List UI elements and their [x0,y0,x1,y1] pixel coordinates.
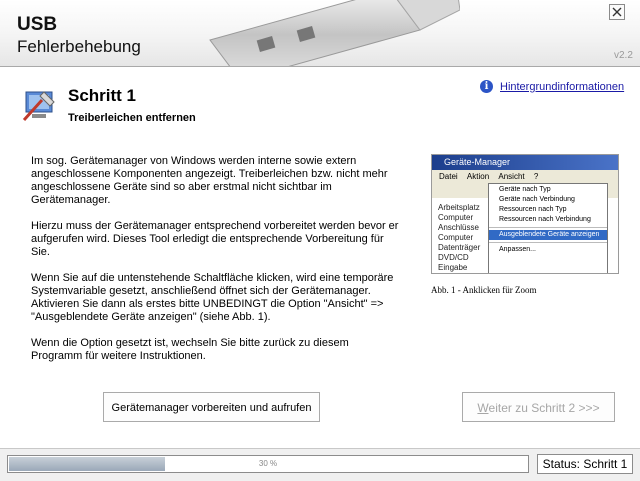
thumbnail-dropdown-item: Ressourcen nach Typ [499,206,567,213]
thumbnail-dropdown-separator [489,242,607,243]
thumbnail-tree-item: Datenträger [438,243,481,252]
thumbnail-menu-item: Ansicht [498,172,525,181]
header-banner: USB Fehlerbehebung v2.2 [0,0,640,67]
progress-bar: 30 % [7,455,529,473]
instructions-text: Im sog. Gerätemanager von Windows werden… [31,155,403,376]
device-manager-thumbnail[interactable]: Geräte-Manager Datei Aktion Ansicht ? Ar… [431,154,619,274]
thumbnail-dropdown-item: Ressourcen nach Verbindung [499,216,591,223]
thumbnail-window-title: Geräte-Manager [432,155,618,170]
thumbnail-tree-item: Computer [438,213,474,222]
paragraph: Im sog. Gerätemanager von Windows werden… [31,155,388,206]
thumbnail-dropdown-item: Geräte nach Typ [499,186,551,193]
status-field: Status: Schritt 1 [537,454,633,474]
progress-text: 30 % [258,459,278,468]
app-title: USB [17,14,58,35]
thumbnail-menu-item: Aktion [466,172,490,181]
thumbnail-dropdown-item-highlighted: Ausgeblendete Geräte anzeigen [489,230,607,240]
thumbnail-tree-item: DVD/CD [438,253,469,262]
paragraph: Wenn die Option gesetzt ist, wechseln Si… [31,337,349,362]
paragraph: Wenn Sie auf die untenstehende Schaltflä… [31,272,394,323]
thumbnail-device-tree: Arbeitsplatz Computer Anschlüsse Compute… [438,203,480,273]
repair-tools-icon [22,91,55,122]
paragraph: Hierzu muss der Gerätemanager entspreche… [31,220,399,258]
thumbnail-tree-item: Arbeitsplatz [438,203,480,212]
thumbnail-dropdown-item: Geräte nach Verbindung [499,196,575,203]
thumbnail-menu-item: Datei [439,172,458,181]
thumbnail-dropdown-separator [489,227,607,228]
thumbnail-tree-item: Computer [438,233,474,242]
thumbnail-menu-item: ? [533,172,539,181]
thumbnail-view-dropdown: Geräte nach Typ Geräte nach Verbindung R… [488,183,608,273]
next-step-label: eiter zu Schritt 2 >>> [488,401,600,415]
figure-caption: Abb. 1 - Anklicken für Zoom [431,285,537,295]
thumbnail-dropdown-item: Anpassen... [499,246,536,253]
next-step-accelerator: W [477,401,489,415]
info-icon: i [480,80,493,93]
version-label: v2.2 [614,50,633,61]
usb-plug-image [209,0,460,66]
close-icon [612,7,622,17]
background-info-link[interactable]: Hintergrundinformationen [500,81,624,93]
step-subtitle: Treiberleichen entfernen [68,112,196,124]
app-subtitle: Fehlerbehebung [17,37,141,56]
next-step-button[interactable]: Weiter zu Schritt 2 >>> [462,392,615,422]
step-title: Schritt 1 [68,86,137,105]
thumbnail-tree-item: Eingabe [438,263,468,272]
thumbnail-tree-item: Anschlüsse [438,223,479,232]
close-button[interactable] [609,4,625,20]
prepare-device-manager-button[interactable]: Gerätemanager vorbereiten und aufrufen [103,392,320,422]
